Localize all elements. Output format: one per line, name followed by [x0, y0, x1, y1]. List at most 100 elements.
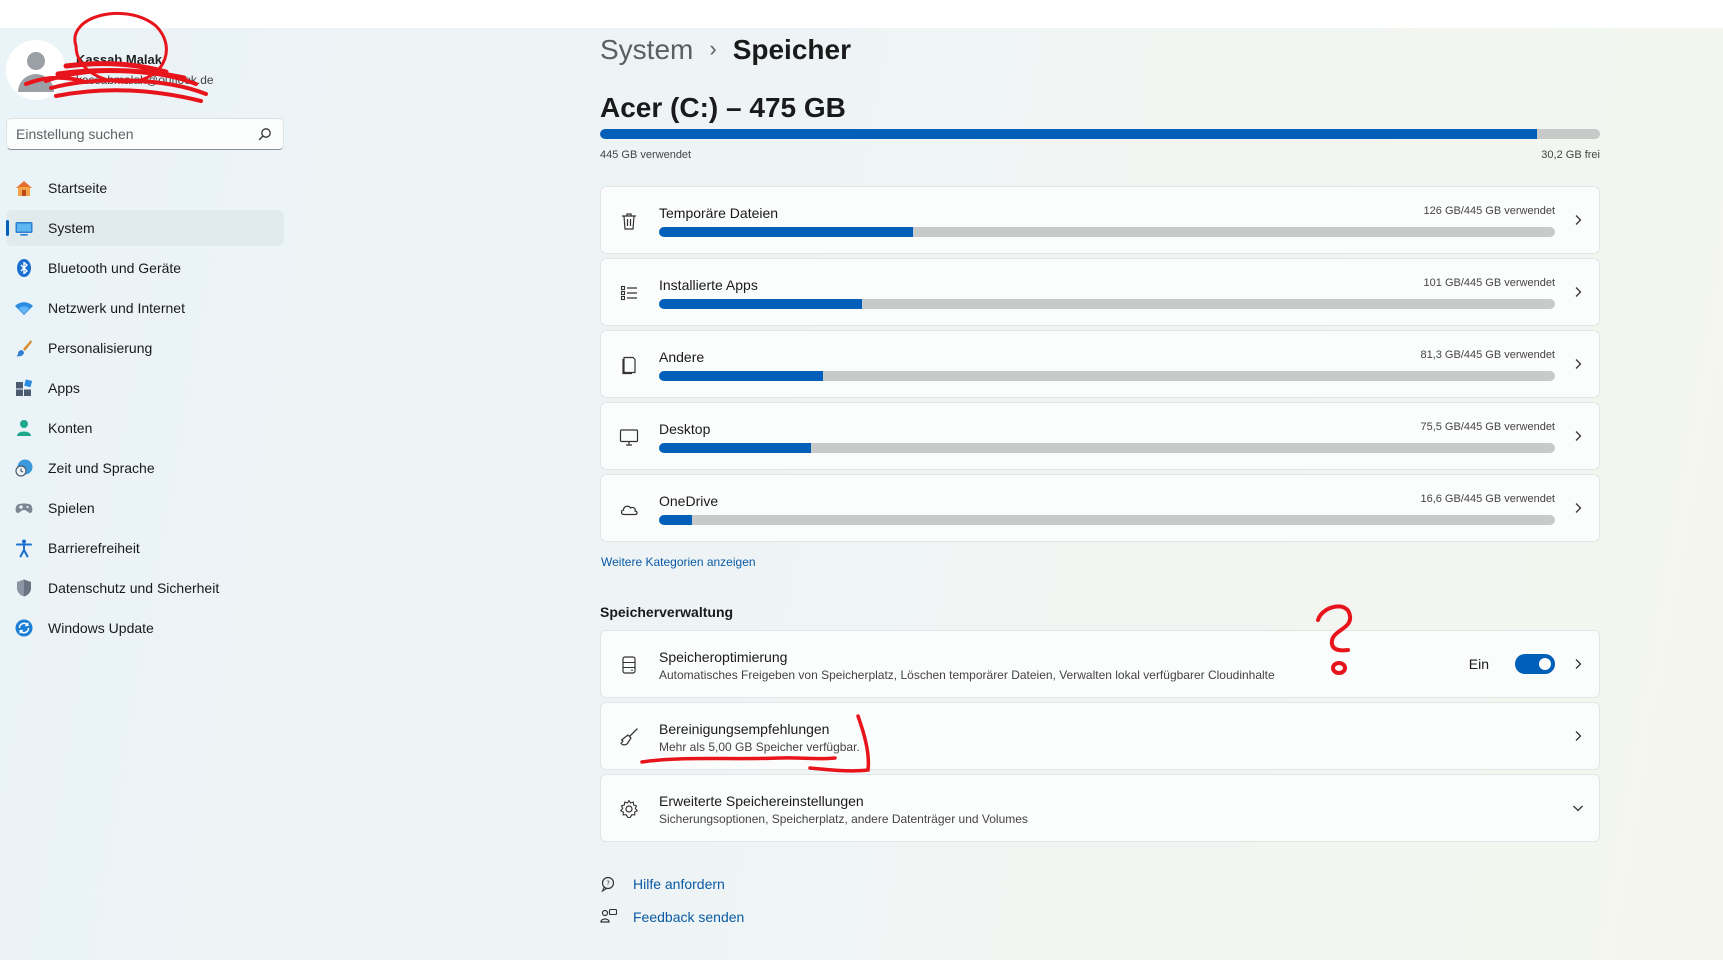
drive-usage-fill — [600, 129, 1537, 139]
gear-icon — [620, 799, 638, 819]
sidebar-item-barrierefreiheit[interactable]: Barrierefreiheit — [6, 530, 284, 566]
send-feedback-link[interactable]: Feedback senden — [600, 906, 900, 930]
chevron-right-icon — [1575, 359, 1582, 369]
sidebar-item-konten[interactable]: Konten — [6, 410, 284, 446]
category-desktop[interactable]: Desktop 75,5 GB/445 GB verwendet — [600, 402, 1600, 470]
home-icon — [16, 181, 32, 196]
app-list-icon — [620, 285, 637, 301]
sidebar-item-label: Spielen — [48, 500, 95, 516]
card-title: Erweiterte Speichereinstellungen — [659, 793, 864, 809]
cleanup-recommendations-card[interactable]: Bereinigungsempfehlungen Mehr als 5,00 G… — [600, 702, 1600, 770]
clock-globe-icon — [15, 459, 33, 477]
active-indicator — [6, 220, 9, 236]
drive-free-label: 30,2 GB frei — [1541, 149, 1600, 161]
page-title: Speicher — [732, 34, 851, 65]
category-usage-bar — [659, 227, 1555, 237]
sidebar-item-label: Netzwerk und Internet — [48, 300, 185, 316]
settings-search[interactable] — [6, 118, 284, 150]
card-description: Mehr als 5,00 GB Speicher verfügbar. — [659, 740, 860, 754]
category-other[interactable]: Andere 81,3 GB/445 GB verwendet — [600, 330, 1600, 398]
category-usage: 101 GB/445 GB verwendet — [1423, 277, 1555, 289]
chevron-right-icon — [1575, 215, 1582, 225]
profile-email: kassabmalak@outlook.de — [76, 73, 214, 87]
svg-text:?: ? — [606, 880, 610, 888]
sidebar-item-datenschutz[interactable]: Datenschutz und Sicherheit — [6, 570, 284, 606]
category-usage: 126 GB/445 GB verwendet — [1423, 205, 1555, 217]
category-usage-fill — [659, 443, 812, 453]
sidebar: Kassab Malak kassabmalak@outlook.de Eins… — [0, 11, 300, 960]
card-title: Speicheroptimierung — [659, 649, 788, 665]
bluetooth-icon — [17, 259, 31, 277]
sidebar-item-label: Personalisierung — [48, 340, 153, 356]
sidebar-item-system[interactable]: System — [6, 210, 284, 246]
category-usage: 81,3 GB/445 GB verwendet — [1420, 349, 1555, 361]
category-name: Desktop — [659, 421, 711, 437]
get-help-label: Hilfe anfordern — [633, 876, 725, 892]
shield-icon — [17, 579, 31, 597]
sidebar-item-label: Datenschutz und Sicherheit — [48, 580, 220, 596]
document-icon — [622, 356, 636, 375]
sidebar-item-apps[interactable]: Apps — [6, 370, 284, 406]
send-feedback-label: Feedback senden — [633, 909, 745, 925]
search-icon[interactable] — [258, 127, 272, 141]
apps-icon — [16, 379, 33, 396]
more-categories-link[interactable]: Weitere Kategorien anzeigen — [601, 555, 756, 569]
broom-icon — [620, 728, 638, 746]
drive-used-label: 445 GB verwendet — [600, 149, 692, 161]
category-usage-bar — [659, 371, 1555, 381]
storage-sense-toggle[interactable] — [1515, 654, 1555, 674]
accessibility-icon — [16, 539, 32, 558]
category-onedrive[interactable]: OneDrive 16,6 GB/445 GB verwendet — [600, 474, 1600, 542]
category-usage-bar — [659, 443, 1555, 453]
settings-window: Kassab Malak kassabmalak@outlook.de Eins… — [0, 11, 1723, 960]
sidebar-item-label: System — [48, 220, 95, 236]
search-input[interactable] — [16, 119, 246, 149]
sidebar-item-label: Bluetooth und Geräte — [48, 260, 182, 276]
category-usage-bar — [659, 299, 1555, 309]
gamepad-icon — [15, 503, 33, 513]
sidebar-item-personalisierung[interactable]: Personalisierung — [6, 330, 284, 366]
avatar — [6, 40, 66, 100]
breadcrumb-parent[interactable]: System — [600, 34, 693, 65]
chevron-down-icon — [1573, 805, 1583, 812]
sidebar-item-spielen[interactable]: Spielen — [6, 490, 284, 526]
main-content: System › Speicher Acer (C:) – 475 GB 445 G… — [600, 28, 1600, 960]
category-installed-apps[interactable]: Installierte Apps 101 GB/445 GB verwende… — [600, 258, 1600, 326]
system-icon — [15, 222, 33, 236]
sidebar-item-label: Barrierefreiheit — [48, 540, 140, 556]
category-usage-fill — [659, 227, 913, 237]
toggle-knob — [1539, 658, 1551, 670]
toggle-state-label: Ein — [1468, 656, 1489, 672]
sidebar-item-zeit[interactable]: Zeit und Sprache — [6, 450, 284, 486]
feedback-icon — [600, 908, 618, 923]
sidebar-item-startseite[interactable]: Startseite — [6, 170, 284, 206]
category-name: Temporäre Dateien — [659, 205, 779, 221]
trash-icon — [622, 213, 636, 230]
category-temp-files[interactable]: Temporäre Dateien 126 GB/445 GB verwende… — [600, 186, 1600, 254]
monitor-icon — [619, 429, 639, 446]
advanced-storage-settings-card[interactable]: Erweiterte Speichereinstellungen Sicheru… — [600, 774, 1600, 842]
chevron-right-icon — [1575, 659, 1582, 669]
sidebar-item-label: Zeit und Sprache — [48, 460, 155, 476]
sidebar-item-bluetooth[interactable]: Bluetooth und Geräte — [6, 250, 284, 286]
category-usage-bar — [659, 515, 1555, 525]
wifi-icon — [15, 302, 33, 315]
sidebar-item-netzwerk[interactable]: Netzwerk und Internet — [6, 290, 284, 326]
sidebar-item-label: Konten — [48, 420, 93, 436]
brush-icon — [16, 340, 32, 357]
storage-drive-icon — [622, 656, 636, 674]
account-icon — [17, 420, 31, 436]
sidebar-item-label: Apps — [48, 380, 80, 396]
card-description: Automatisches Freigeben von Speicherplat… — [659, 668, 1275, 682]
sidebar-nav: Startseite System Bluetooth und Geräte N… — [6, 170, 284, 650]
help-chat-icon: ? — [601, 876, 615, 893]
sidebar-item-windows-update[interactable]: Windows Update — [6, 610, 284, 646]
section-title: Speicherverwaltung — [600, 604, 734, 620]
user-profile[interactable]: Kassab Malak kassabmalak@outlook.de — [6, 11, 296, 103]
sidebar-item-label: Windows Update — [48, 620, 154, 636]
sidebar-item-label: Startseite — [48, 180, 108, 196]
cloud-icon — [620, 505, 638, 516]
card-title: Bereinigungsempfehlungen — [659, 721, 830, 737]
storage-sense-card[interactable]: Speicheroptimierung Automatisches Freige… — [600, 630, 1600, 698]
get-help-link[interactable]: ? Hilfe anfordern — [600, 873, 900, 897]
